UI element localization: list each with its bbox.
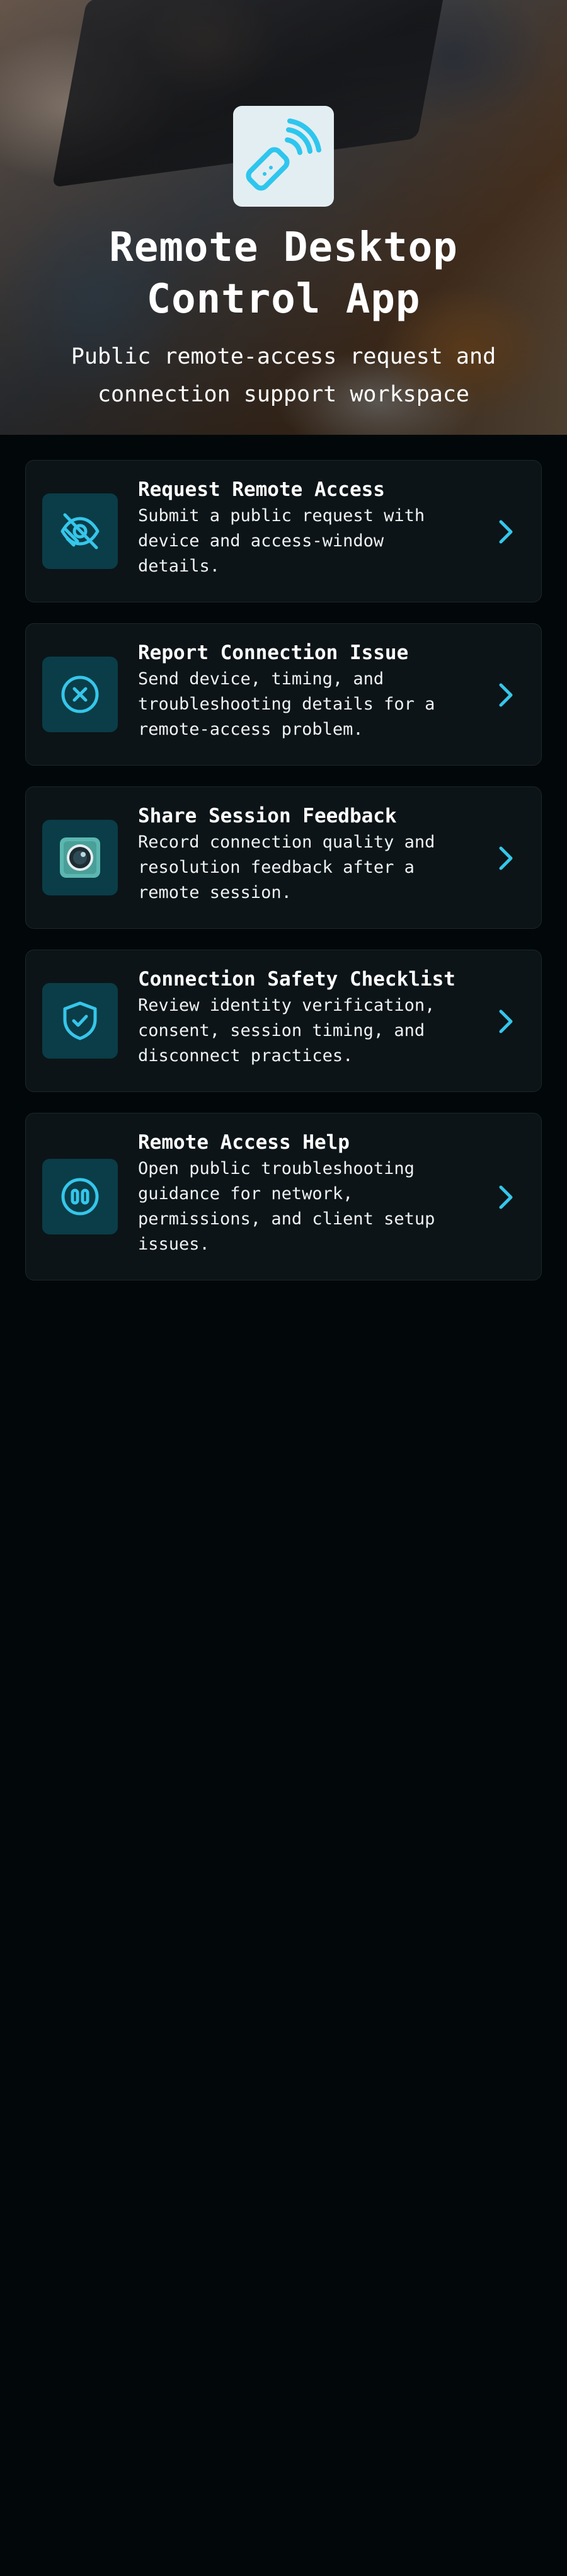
action-card-list: Request Remote Access Submit a public re… bbox=[25, 460, 542, 1301]
chevron-right-icon bbox=[499, 520, 513, 544]
card-text: Request Remote Access Submit a public re… bbox=[138, 477, 466, 579]
card-icon-tile bbox=[42, 657, 118, 732]
card-icon-tile bbox=[42, 820, 118, 895]
card-title: Share Session Feedback bbox=[138, 805, 397, 827]
page-subtitle: Public remote-access request and connect… bbox=[71, 344, 496, 407]
hero-content: Remote Desktop Control App Public remote… bbox=[0, 0, 567, 435]
close-circle-icon bbox=[61, 676, 99, 713]
card-title: Connection Safety Checklist bbox=[138, 968, 455, 991]
card-remote-access-help[interactable]: Remote Access Help Open public troublesh… bbox=[25, 1113, 542, 1280]
card-title: Report Connection Issue bbox=[138, 641, 409, 664]
card-description: Record connection quality and resolution… bbox=[138, 832, 435, 902]
card-icon-tile bbox=[42, 1159, 118, 1234]
chevron-right-icon bbox=[499, 1009, 513, 1033]
page-title: Remote Desktop Control App bbox=[109, 224, 458, 323]
pause-circle-icon bbox=[61, 1178, 99, 1216]
card-description: Send device, timing, and troubleshooting… bbox=[138, 669, 435, 739]
card-title: Remote Access Help bbox=[138, 1131, 350, 1154]
card-text: Share Session Feedback Record connection… bbox=[138, 803, 466, 906]
card-icon-tile bbox=[42, 493, 118, 569]
card-share-session-feedback[interactable]: Share Session Feedback Record connection… bbox=[25, 786, 542, 929]
card-description: Submit a public request with device and … bbox=[138, 506, 425, 576]
card-text: Report Connection Issue Send device, tim… bbox=[138, 640, 466, 742]
app-logo bbox=[233, 106, 334, 207]
card-text: Remote Access Help Open public troublesh… bbox=[138, 1130, 466, 1257]
chevron-right-icon bbox=[499, 683, 513, 707]
eye-off-icon bbox=[60, 513, 100, 549]
card-description: Open public troubleshooting guidance for… bbox=[138, 1159, 435, 1254]
chevron-right-icon bbox=[499, 1185, 513, 1209]
page: Remote Desktop Control App Public remote… bbox=[0, 0, 567, 2576]
card-text: Connection Safety Checklist Review ident… bbox=[138, 967, 466, 1069]
card-icon-tile bbox=[42, 983, 118, 1059]
card-request-remote-access[interactable]: Request Remote Access Submit a public re… bbox=[25, 460, 542, 602]
card-description: Review identity verification, consent, s… bbox=[138, 996, 435, 1066]
card-report-connection-issue[interactable]: Report Connection Issue Send device, tim… bbox=[25, 623, 542, 766]
card-title: Request Remote Access bbox=[138, 478, 385, 501]
camera-lens-icon bbox=[60, 837, 100, 878]
remote-signal-icon bbox=[246, 118, 321, 191]
card-connection-safety-checklist[interactable]: Connection Safety Checklist Review ident… bbox=[25, 950, 542, 1092]
shield-check-icon bbox=[63, 1001, 97, 1040]
chevron-right-icon bbox=[499, 846, 513, 870]
hero-banner: Remote Desktop Control App Public remote… bbox=[0, 0, 567, 435]
